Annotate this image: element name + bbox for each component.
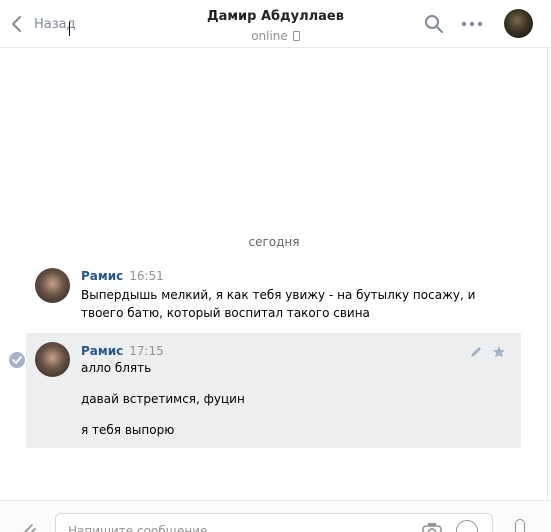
pencil-icon	[471, 347, 481, 357]
avatar[interactable]	[35, 268, 70, 303]
message-item[interactable]: Рамис 16:51 Выпердышь мелкий, я как тебя…	[26, 268, 521, 328]
message-head: Рамис 16:51	[81, 269, 164, 283]
message-author[interactable]: Рамис	[81, 344, 123, 358]
favorite-button[interactable]	[491, 344, 507, 360]
date-separator: сегодня	[248, 235, 300, 249]
paperclip-icon[interactable]	[18, 521, 38, 532]
online-status: online	[251, 27, 300, 45]
scroll-border	[547, 48, 548, 502]
edit-button[interactable]	[468, 344, 484, 360]
message-text: я тебя выпорю	[81, 423, 175, 437]
selected-check-icon[interactable]	[9, 352, 25, 368]
status-text: online	[251, 29, 288, 43]
star-icon	[493, 346, 505, 358]
message-text: алло блять	[81, 361, 152, 375]
more-icon	[461, 21, 483, 27]
contact-avatar[interactable]	[504, 9, 533, 38]
message-text: твоего батю, который воспитал такого сви…	[81, 306, 370, 320]
avatar[interactable]	[35, 342, 70, 377]
microphone-icon[interactable]	[515, 519, 525, 532]
more-button[interactable]	[460, 12, 484, 36]
message-item-selected[interactable]: Рамис 17:15 алло блять давай встретимся,…	[26, 333, 521, 448]
message-time[interactable]: 16:51	[129, 269, 164, 283]
checkmark-icon	[12, 356, 22, 364]
search-icon	[425, 15, 443, 33]
message-text: Выпердышь мелкий, я как тебя увижу - на …	[81, 288, 476, 302]
message-head: Рамис 17:15	[81, 344, 164, 358]
message-text: давай встретимся, фуцин	[81, 392, 245, 406]
camera-icon[interactable]	[421, 521, 443, 532]
phone-icon	[292, 31, 300, 41]
message-author[interactable]: Рамис	[81, 269, 123, 283]
search-button[interactable]	[422, 12, 446, 36]
composer: Напишите сообщение	[0, 500, 551, 532]
chat-header: Назад Дамир Абдуллаев online	[0, 0, 551, 48]
message-time[interactable]: 17:15	[129, 344, 164, 358]
text-caret	[69, 22, 70, 36]
